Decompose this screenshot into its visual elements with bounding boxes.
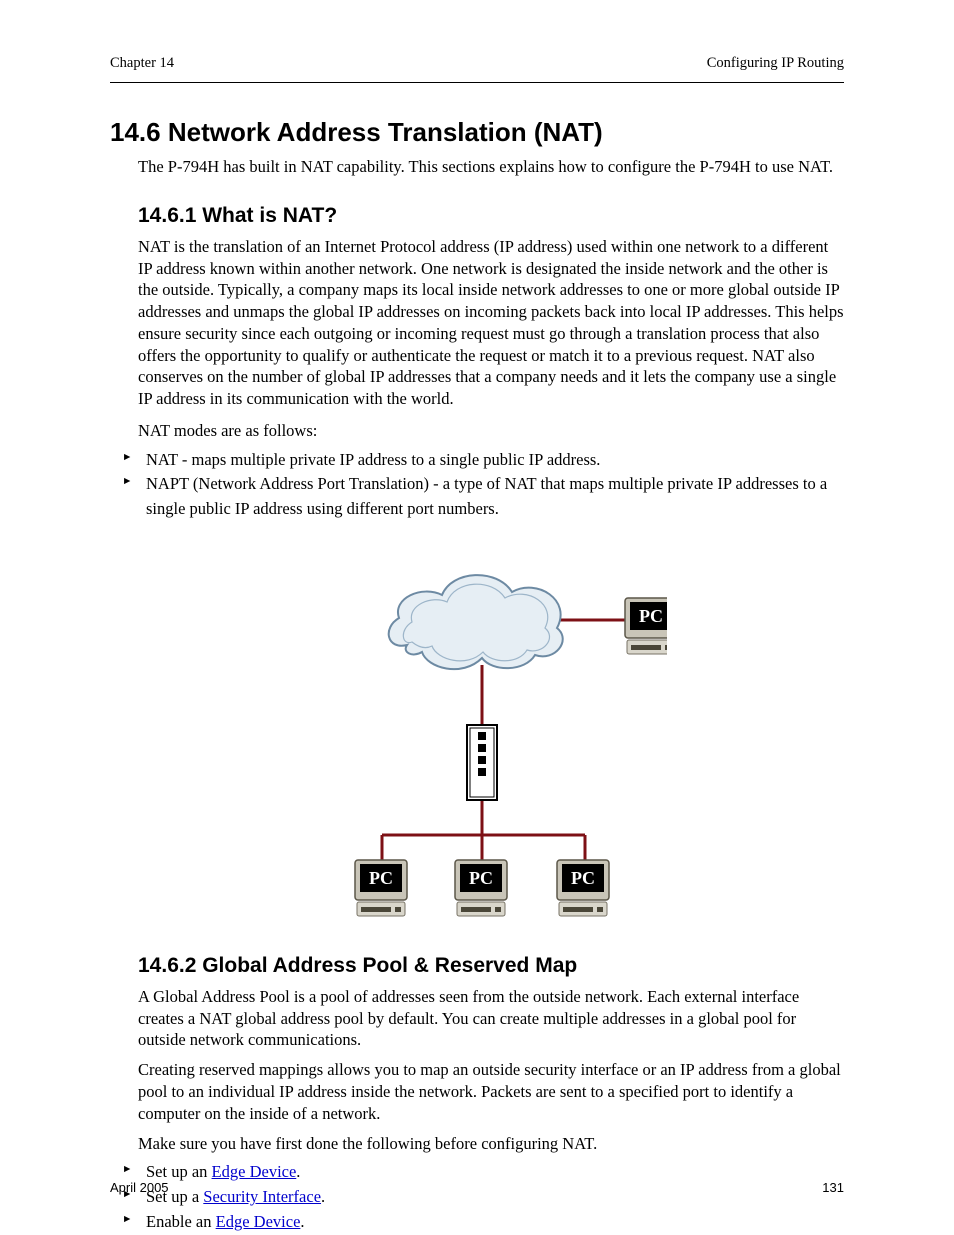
pc-icon: PC xyxy=(557,860,609,916)
section-intro: The P-794H has built in NAT capability. … xyxy=(138,156,844,178)
header-rule xyxy=(110,82,844,83)
page: Chapter 14 Configuring IP Routing 14.6 N… xyxy=(0,0,954,1235)
header-right: Configuring IP Routing xyxy=(707,55,844,72)
nat-modes-list: NAT - maps multiple private IP address t… xyxy=(110,448,844,522)
list-item: NAT - maps multiple private IP address t… xyxy=(146,448,844,473)
footer: April 2005 131 xyxy=(110,1180,844,1195)
svg-text:PC: PC xyxy=(571,868,595,888)
header-left: Chapter 14 xyxy=(110,55,174,72)
prereq-list: Set up an Edge Device. Set up a Security… xyxy=(110,1160,844,1234)
link-pre: Enable an xyxy=(146,1212,216,1231)
nat-figure: PC PC PC xyxy=(287,550,667,930)
subsection-2-title: 14.6.2 Global Address Pool & Reserved Ma… xyxy=(138,954,844,978)
footer-left: April 2005 xyxy=(110,1180,169,1195)
edge-device-link[interactable]: Edge Device xyxy=(212,1162,297,1181)
link-post: . xyxy=(296,1162,300,1181)
footer-right: 131 xyxy=(822,1180,844,1195)
cloud-icon xyxy=(389,575,563,669)
pc-icon: PC xyxy=(625,598,667,654)
list-item: NAPT (Network Address Port Translation) … xyxy=(146,472,844,522)
svg-text:PC: PC xyxy=(639,606,663,626)
subsection-1-para1: NAT is the translation of an Internet Pr… xyxy=(138,236,844,410)
subsection-2-para1: A Global Address Pool is a pool of addre… xyxy=(138,986,844,1051)
subsection-1-para2: NAT modes are as follows: xyxy=(138,420,844,442)
link-post: . xyxy=(300,1212,304,1231)
running-header: Chapter 14 Configuring IP Routing xyxy=(110,55,844,72)
pc-icon: PC xyxy=(455,860,507,916)
section-title: 14.6 Network Address Translation (NAT) xyxy=(110,117,844,148)
router-icon xyxy=(467,725,497,800)
subsection-1-title: 14.6.1 What is NAT? xyxy=(138,204,844,228)
subsection-2-para2: Creating reserved mappings allows you to… xyxy=(138,1059,844,1124)
svg-text:PC: PC xyxy=(369,868,393,888)
pc-icon: PC xyxy=(355,860,407,916)
subsection-2-para3: Make sure you have first done the follow… xyxy=(138,1133,844,1155)
list-item: Enable an Edge Device. xyxy=(146,1210,844,1235)
edge-device-enable-link[interactable]: Edge Device xyxy=(216,1212,301,1231)
svg-text:PC: PC xyxy=(469,868,493,888)
link-pre: Set up an xyxy=(146,1162,212,1181)
